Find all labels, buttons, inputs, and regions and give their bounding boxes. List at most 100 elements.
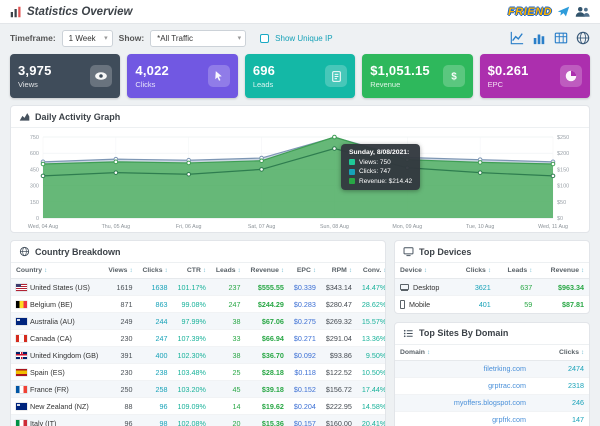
device-table-row[interactable]: Mobile 401 59 $87.81 bbox=[395, 296, 589, 313]
tooltip-views: Views: 750 bbox=[359, 159, 391, 166]
cell-device: Mobile bbox=[395, 296, 454, 313]
country-table-row[interactable]: Canada (CA) 230 247 107.39% 33 $66.94 $0… bbox=[11, 330, 386, 347]
site-domain-link[interactable]: grptrac.com bbox=[395, 377, 531, 394]
sort-icon[interactable]: ↕ bbox=[383, 268, 386, 274]
cell-revenue: $244.29 bbox=[246, 296, 289, 313]
line-chart-icon[interactable] bbox=[509, 31, 524, 46]
country-table-row[interactable]: Spain (ES) 230 238 103.48% 25 $28.18 $0.… bbox=[11, 364, 386, 381]
site-logo[interactable]: FRIEND bbox=[508, 5, 590, 18]
timeframe-select[interactable]: 1 Week bbox=[62, 30, 113, 47]
sort-icon[interactable]: ↕ bbox=[165, 268, 168, 274]
cell-ctr: 99.08% bbox=[173, 296, 211, 313]
cell-revenue: $15.36 bbox=[246, 415, 289, 426]
sort-icon[interactable]: ↕ bbox=[529, 268, 532, 274]
col-domain[interactable]: Domain↕ bbox=[395, 345, 531, 361]
sort-icon[interactable]: ↕ bbox=[581, 268, 584, 274]
col-revenue[interactable]: Revenue↕ bbox=[246, 263, 289, 279]
sort-icon[interactable]: ↕ bbox=[427, 350, 430, 356]
cell-epc: $0.204 bbox=[289, 398, 321, 415]
svg-text:$0: $0 bbox=[557, 216, 563, 222]
country-table-row[interactable]: Australia (AU) 249 244 97.99% 38 $67.06 … bbox=[11, 313, 386, 330]
svg-text:Wed, 11 Aug: Wed, 11 Aug bbox=[538, 224, 568, 230]
table-icon[interactable] bbox=[553, 31, 568, 46]
top-devices-title: Top Devices bbox=[419, 247, 471, 257]
globe-icon[interactable] bbox=[575, 31, 590, 46]
country-flag-icon bbox=[16, 420, 27, 426]
cell-clicks: 238 bbox=[137, 364, 172, 381]
revenue-label: Revenue bbox=[370, 80, 430, 89]
col-site-clicks[interactable]: Clicks↕ bbox=[531, 345, 589, 361]
unique-ip-checkbox[interactable] bbox=[260, 34, 269, 43]
cell-leads: 38 bbox=[211, 313, 246, 330]
logo-text: FRIEND bbox=[508, 6, 552, 18]
sort-icon[interactable]: ↕ bbox=[313, 268, 316, 274]
bar-chart-icon[interactable] bbox=[531, 31, 546, 46]
revenue-value: $1,051.15 bbox=[370, 63, 430, 78]
clicks-value: 4,022 bbox=[135, 63, 169, 78]
cell-device-clicks: 3621 bbox=[454, 279, 496, 296]
col-ctr[interactable]: CTR↕ bbox=[173, 263, 211, 279]
daily-activity-chart[interactable]: 0$0150$50300$100450$150600$200750$250Wed… bbox=[11, 128, 589, 232]
device-icon bbox=[400, 284, 409, 290]
country-table-row[interactable]: United Kingdom (GB) 391 400 102.30% 38 $… bbox=[11, 347, 386, 364]
cell-device-leads: 59 bbox=[496, 296, 537, 313]
site-table-row[interactable]: grptrac.com 2318 bbox=[395, 377, 589, 394]
sort-icon[interactable]: ↕ bbox=[44, 268, 47, 274]
cell-rpm: $122.52 bbox=[321, 364, 357, 381]
cell-revenue: $19.62 bbox=[246, 398, 289, 415]
site-table-row[interactable]: grpfrk.com 147 bbox=[395, 411, 589, 426]
country-table-row[interactable]: Belgium (BE) 871 863 99.08% 247 $244.29 … bbox=[11, 296, 386, 313]
device-table-row[interactable]: Desktop 3621 637 $963.34 bbox=[395, 279, 589, 296]
country-table-row[interactable]: Italy (IT) 96 98 102.08% 20 $15.36 $0.15… bbox=[11, 415, 386, 426]
cell-revenue: $555.55 bbox=[246, 279, 289, 296]
col-clicks[interactable]: Clicks↕ bbox=[137, 263, 172, 279]
col-views[interactable]: Views↕ bbox=[103, 263, 137, 279]
sort-icon[interactable]: ↕ bbox=[581, 350, 584, 356]
cell-conv: 9.50% bbox=[357, 347, 386, 364]
cell-epc: $0.283 bbox=[289, 296, 321, 313]
site-domain-link[interactable]: grpfrk.com bbox=[395, 411, 531, 426]
cell-conv: 14.47% bbox=[357, 279, 386, 296]
sort-icon[interactable]: ↕ bbox=[349, 268, 352, 274]
sort-icon[interactable]: ↕ bbox=[424, 268, 427, 274]
col-device-revenue[interactable]: Revenue↕ bbox=[537, 263, 589, 279]
col-country[interactable]: Country↕ bbox=[11, 263, 103, 279]
col-epc[interactable]: EPC↕ bbox=[289, 263, 321, 279]
revenue-dot-icon bbox=[349, 178, 355, 184]
sort-icon[interactable]: ↕ bbox=[238, 268, 241, 274]
site-table-row[interactable]: filetrking.com 2474 bbox=[395, 360, 589, 377]
sort-icon[interactable]: ↕ bbox=[129, 268, 132, 274]
site-domain-link[interactable]: myoffers.blogspot.com bbox=[395, 394, 531, 411]
country-table-row[interactable]: United States (US) 1619 1638 101.17% 237… bbox=[11, 279, 386, 296]
cell-country: Belgium (BE) bbox=[11, 296, 103, 313]
col-device[interactable]: Device↕ bbox=[395, 263, 454, 279]
cell-ctr: 107.39% bbox=[173, 330, 211, 347]
svg-text:Sat, 07 Aug: Sat, 07 Aug bbox=[248, 224, 275, 230]
cell-country: New Zealand (NZ) bbox=[11, 398, 103, 415]
cursor-click-icon bbox=[208, 65, 230, 87]
views-value: 3,975 bbox=[18, 63, 52, 78]
col-conv[interactable]: Conv.↕ bbox=[357, 263, 386, 279]
cell-views: 871 bbox=[103, 296, 137, 313]
col-device-leads[interactable]: Leads↕ bbox=[496, 263, 537, 279]
people-icon bbox=[575, 5, 590, 18]
cell-epc: $0.271 bbox=[289, 330, 321, 347]
country-flag-icon bbox=[16, 284, 27, 291]
site-domain-link[interactable]: filetrking.com bbox=[395, 360, 531, 377]
col-leads[interactable]: Leads↕ bbox=[211, 263, 246, 279]
sort-icon[interactable]: ↕ bbox=[488, 268, 491, 274]
site-table-row[interactable]: myoffers.blogspot.com 246 bbox=[395, 394, 589, 411]
sort-icon[interactable]: ↕ bbox=[203, 268, 206, 274]
traffic-select[interactable]: *All Traffic bbox=[150, 30, 246, 47]
cell-epc: $0.118 bbox=[289, 364, 321, 381]
cell-views: 230 bbox=[103, 330, 137, 347]
col-device-clicks[interactable]: Clicks↕ bbox=[454, 263, 496, 279]
sort-icon[interactable]: ↕ bbox=[281, 268, 284, 274]
cell-leads: 14 bbox=[211, 398, 246, 415]
daily-activity-panel: Daily Activity Graph 0$0150$50300$100450… bbox=[10, 105, 590, 233]
country-table-row[interactable]: New Zealand (NZ) 88 96 109.09% 14 $19.62… bbox=[11, 398, 386, 415]
country-flag-icon bbox=[16, 352, 27, 359]
cell-clicks: 1638 bbox=[137, 279, 172, 296]
country-table-row[interactable]: France (FR) 250 258 103.20% 45 $39.18 $0… bbox=[11, 381, 386, 398]
col-rpm[interactable]: RPM↕ bbox=[321, 263, 357, 279]
